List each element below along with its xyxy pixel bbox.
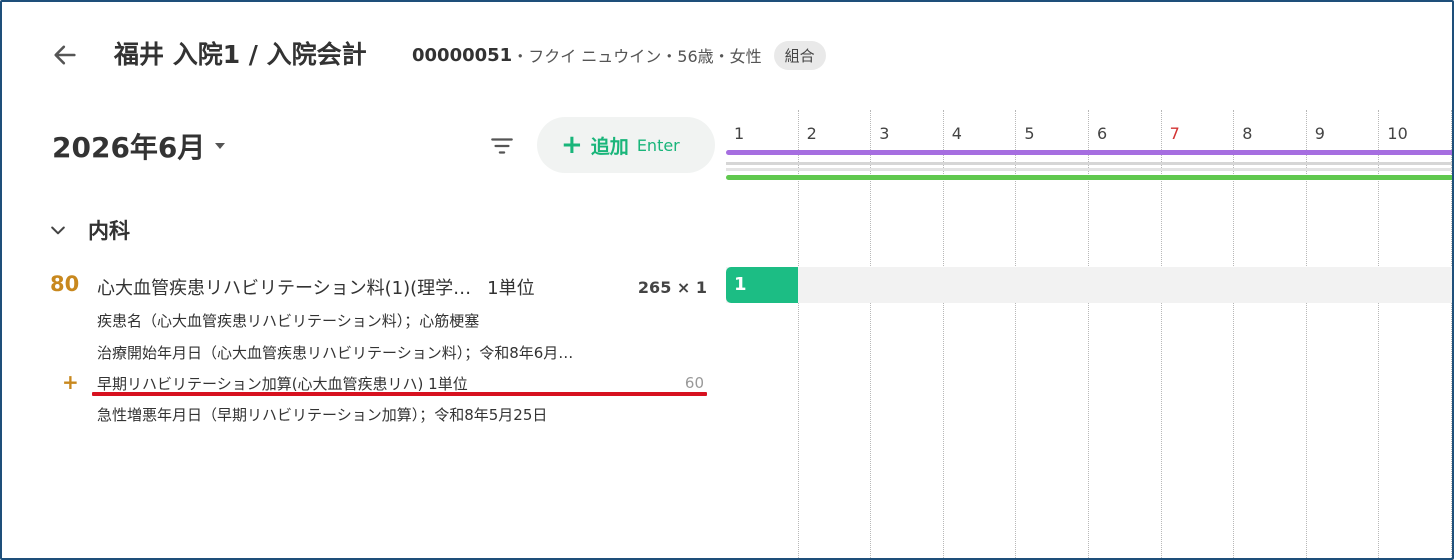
sub-item-comment: 急性増悪年月日（早期リハビリテーション加算）；令和8年5月25日 (97, 406, 548, 424)
sub-item-name: 早期リハビリテーション加算(心大血管疾患リハ) 1単位 (97, 374, 468, 393)
day-number: 1 (734, 124, 745, 143)
arrow-left-icon (54, 45, 76, 65)
item-comment: 治療開始年月日（心大血管疾患リハビリテーション料）；令和8年6月… (97, 344, 574, 362)
add-button-label: 追加 (590, 135, 629, 158)
sub-item-points: 60 (684, 374, 704, 392)
period-band (726, 150, 1452, 155)
month-selector[interactable]: 2026年6月 (52, 126, 226, 166)
chevron-down-icon (46, 218, 70, 242)
page-title: 福井 入院1 / 入院会計 (114, 40, 367, 69)
calendar-row (726, 267, 1452, 303)
item-name: 心大血管疾患リハビリテーション料(1)(理学… (97, 278, 472, 299)
day-number: 5 (1024, 124, 1035, 143)
day-number: 9 (1314, 124, 1325, 143)
day-number: 10 (1387, 124, 1408, 143)
item-unit: 1単位 (487, 278, 535, 299)
day-number: 2 (806, 124, 817, 143)
item-row[interactable]: 心大血管疾患リハビリテーション料(1)(理学… 1単位 265 × 1 (97, 272, 707, 302)
filter-button[interactable] (486, 130, 518, 162)
highlight-underline (92, 392, 707, 396)
item-points: 265 × 1 (637, 277, 707, 297)
item-comment: 疾患名（心大血管疾患リハビリテーション料）；心筋梗塞 (97, 312, 480, 330)
day-number: 7 (1169, 124, 1180, 143)
day-number: 6 (1097, 124, 1108, 143)
caret-down-icon (215, 143, 226, 149)
patient-info: 00000051 ・フクイ ニュウイン・56歳・女性 組合 (412, 40, 826, 70)
day-number: 4 (951, 124, 962, 143)
back-button[interactable] (48, 38, 82, 72)
department-toggle[interactable]: 内科 (46, 210, 130, 250)
calendar-grid: 1 2 3 4 5 6 7 8 9 10 1 (726, 110, 1452, 558)
plus-icon: + (561, 130, 583, 160)
day-number: 8 (1242, 124, 1253, 143)
day-number: 3 (879, 124, 890, 143)
patient-details: ・フクイ ニュウイン・56歳・女性 (512, 47, 762, 66)
plus-icon[interactable]: + (62, 370, 79, 394)
insurance-badge: 組合 (773, 40, 826, 70)
month-label: 2026年6月 (52, 131, 206, 164)
period-band (726, 162, 1452, 165)
day-count-cell[interactable]: 1 (726, 267, 798, 303)
item-code: 80 (50, 272, 80, 296)
patient-id: 00000051 (412, 44, 513, 66)
department-label: 内科 (88, 219, 130, 243)
app-window: 福井 入院1 / 入院会計 00000051 ・フクイ ニュウイン・56歳・女性… (0, 0, 1454, 560)
period-band (726, 168, 1452, 171)
add-shortcut-hint: Enter (636, 135, 680, 155)
filter-icon (491, 138, 513, 154)
add-button[interactable]: + 追加 Enter (537, 117, 715, 173)
period-band (726, 175, 1452, 180)
